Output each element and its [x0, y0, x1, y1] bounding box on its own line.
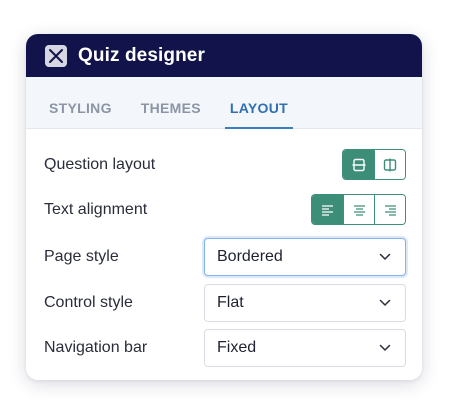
navigation-bar-label: Navigation bar — [44, 339, 148, 356]
tab-themes[interactable]: THEMES — [141, 100, 201, 128]
control-style-value: Flat — [217, 294, 244, 311]
control-style-row: Control style Flat — [44, 284, 406, 322]
control-style-dropdown[interactable]: Flat — [204, 284, 406, 322]
chevron-down-icon — [379, 344, 391, 351]
quiz-designer-panel: Quiz designer STYLING THEMES LAYOUT Ques… — [26, 34, 422, 380]
navigation-bar-dropdown[interactable]: Fixed — [204, 329, 406, 367]
question-layout-toggle — [342, 149, 406, 180]
page-style-dropdown[interactable]: Bordered — [204, 238, 406, 276]
page-style-row: Page style Bordered — [44, 238, 406, 276]
layout-vertical-icon[interactable] — [374, 150, 405, 179]
chevron-down-icon — [379, 253, 391, 260]
chevron-down-icon — [379, 299, 391, 306]
tab-bar: STYLING THEMES LAYOUT — [26, 77, 422, 129]
text-alignment-label: Text alignment — [44, 200, 148, 218]
page-style-label: Page style — [44, 248, 119, 265]
control-style-label: Control style — [44, 294, 133, 311]
window-title: Quiz designer — [78, 44, 205, 66]
navigation-bar-value: Fixed — [217, 339, 257, 356]
question-layout-label: Question layout — [44, 155, 156, 173]
close-icon[interactable] — [45, 44, 67, 67]
align-left-icon[interactable] — [312, 195, 343, 224]
tab-styling[interactable]: STYLING — [49, 100, 112, 128]
align-center-icon[interactable] — [343, 195, 374, 224]
text-alignment-row: Text alignment — [44, 194, 406, 225]
page-style-value: Bordered — [217, 248, 283, 265]
layout-horizontal-icon[interactable] — [343, 150, 374, 179]
question-layout-row: Question layout — [44, 149, 406, 180]
navigation-bar-row: Navigation bar Fixed — [44, 329, 406, 367]
align-right-icon[interactable] — [374, 195, 405, 224]
tab-layout[interactable]: LAYOUT — [224, 100, 294, 129]
text-alignment-toggle — [311, 194, 406, 225]
title-bar: Quiz designer — [26, 34, 422, 77]
